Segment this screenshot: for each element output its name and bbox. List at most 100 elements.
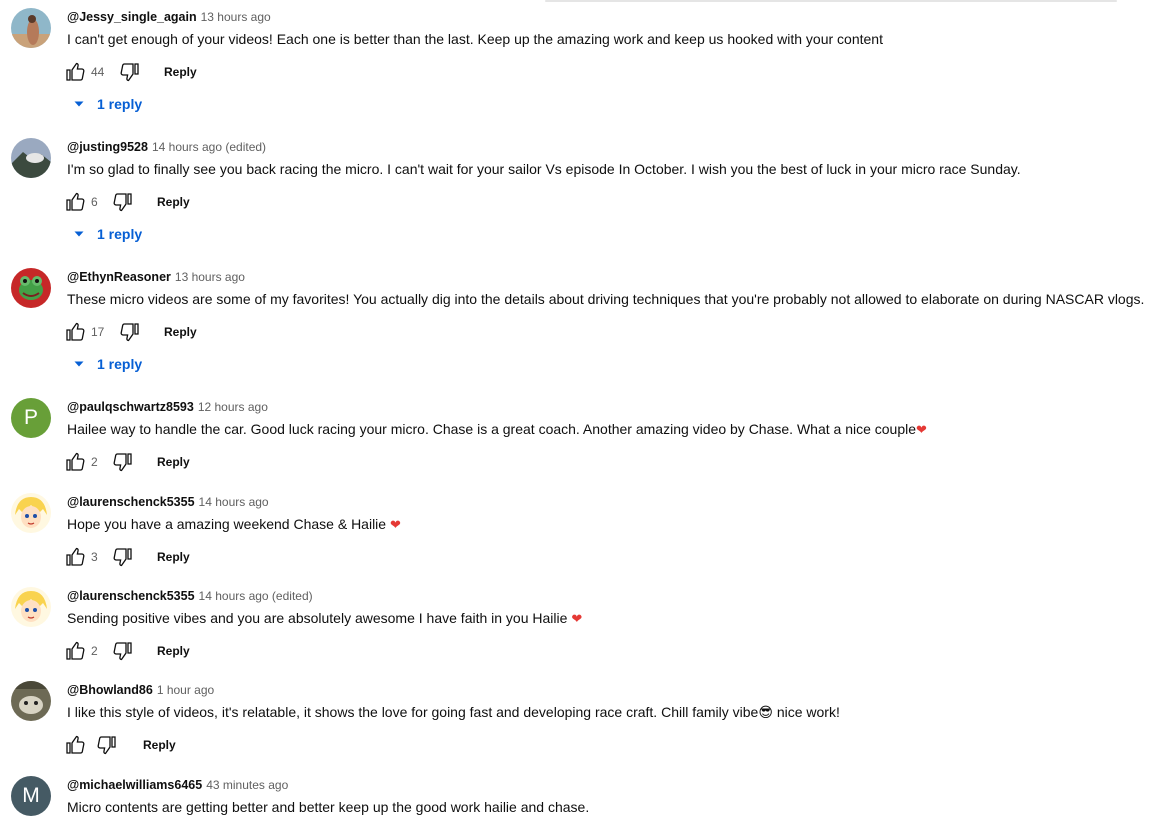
dislike-button[interactable] xyxy=(111,190,135,214)
like-button[interactable] xyxy=(63,450,87,474)
avatar[interactable] xyxy=(11,493,51,533)
like-count: 44 xyxy=(91,65,105,79)
photo-figure-icon xyxy=(11,8,51,48)
comment-text: I can't get enough of your videos! Each … xyxy=(67,29,883,49)
comment-header: @Bhowland86 1 hour ago xyxy=(67,681,214,699)
like-button[interactable] xyxy=(63,190,87,214)
thumbs-up-icon xyxy=(66,735,85,754)
comment-body: Hailee way to handle the car. Good luck … xyxy=(67,421,917,437)
reply-button[interactable]: Reply xyxy=(157,194,190,210)
timestamp[interactable]: 14 hours ago xyxy=(199,495,269,509)
comment-body: I'm so glad to finally see you back raci… xyxy=(67,161,1021,177)
comment-body: These micro videos are some of my favori… xyxy=(67,291,1145,307)
avatar-letter: P xyxy=(11,398,51,438)
thumbs-up-icon xyxy=(66,547,85,566)
frog-character-icon xyxy=(11,268,51,308)
heart-emoji: ❤ xyxy=(389,517,401,532)
caret-down-icon xyxy=(74,231,84,237)
comment-text: I'm so glad to finally see you back raci… xyxy=(67,159,1021,179)
like-button[interactable] xyxy=(63,639,87,663)
comment-header: @michaelwilliams6465 43 minutes ago xyxy=(67,776,288,794)
avatar[interactable] xyxy=(11,681,51,721)
comment-body: Sending positive vibes and you are absol… xyxy=(67,610,572,626)
comment-text: Hailee way to handle the car. Good luck … xyxy=(67,419,927,440)
caret-down-icon xyxy=(74,101,84,107)
like-count: 2 xyxy=(91,455,98,469)
avatar-letter: M xyxy=(11,776,51,816)
like-count: 3 xyxy=(91,550,98,564)
comment-header: @laurenschenck5355 14 hours ago xyxy=(67,493,269,511)
comment-text: Hope you have a amazing weekend Chase & … xyxy=(67,514,401,535)
avatar[interactable]: P xyxy=(11,398,51,438)
thumbs-down-icon xyxy=(120,63,139,82)
replies-toggle[interactable]: 1 reply xyxy=(72,354,142,374)
author-name[interactable]: @paulqschwartz8593 xyxy=(67,400,194,414)
comment-body: Micro contents are getting better and be… xyxy=(67,799,590,815)
timestamp[interactable]: 43 minutes ago xyxy=(206,778,288,792)
thumbs-up-icon xyxy=(66,62,85,81)
reply-button[interactable]: Reply xyxy=(157,643,190,659)
thumbs-down-icon xyxy=(113,642,132,661)
replies-count: 1 reply xyxy=(97,356,143,372)
timestamp[interactable]: 13 hours ago xyxy=(201,10,271,24)
thumbs-down-icon xyxy=(97,736,116,755)
avatar[interactable]: M xyxy=(11,776,51,816)
replies-count: 1 reply xyxy=(97,226,143,242)
comment-text: Sending positive vibes and you are absol… xyxy=(67,608,582,629)
heart-emoji: ❤ xyxy=(571,611,583,626)
like-button[interactable] xyxy=(63,733,87,757)
photo-landscape-icon xyxy=(11,138,51,178)
like-button[interactable] xyxy=(63,60,87,84)
timestamp[interactable]: 12 hours ago xyxy=(198,400,268,414)
comment-body: I can't get enough of your videos! Each … xyxy=(67,31,883,47)
author-name[interactable]: @Bhowland86 xyxy=(67,683,153,697)
reply-button[interactable]: Reply xyxy=(143,737,176,753)
avatar[interactable] xyxy=(11,138,51,178)
comment-text: I like this style of videos, it's relata… xyxy=(67,702,840,722)
avatar[interactable] xyxy=(11,8,51,48)
thumbs-up-icon xyxy=(66,641,85,660)
author-name[interactable]: @michaelwilliams6465 xyxy=(67,778,202,792)
author-name[interactable]: @justing9528 xyxy=(67,140,148,154)
comment-text: These micro videos are some of my favori… xyxy=(67,289,1144,309)
thumbs-down-icon xyxy=(113,548,132,567)
comment-body: Hope you have a amazing weekend Chase & … xyxy=(67,516,390,532)
thumbs-up-icon xyxy=(66,452,85,471)
reply-button[interactable]: Reply xyxy=(164,64,197,80)
replies-toggle[interactable]: 1 reply xyxy=(72,94,142,114)
author-name[interactable]: @laurenschenck5355 xyxy=(67,589,195,603)
like-count: 2 xyxy=(91,644,98,658)
timestamp[interactable]: 14 hours ago (edited) xyxy=(199,589,313,603)
comment-text: Micro contents are getting better and be… xyxy=(67,797,589,817)
comment-header: @paulqschwartz8593 12 hours ago xyxy=(67,398,268,416)
dislike-button[interactable] xyxy=(118,320,142,344)
avatar[interactable] xyxy=(11,268,51,308)
dislike-button[interactable] xyxy=(95,733,119,757)
replies-toggle[interactable]: 1 reply xyxy=(72,224,142,244)
dislike-button[interactable] xyxy=(111,545,135,569)
avatar[interactable] xyxy=(11,587,51,627)
thumbs-down-icon xyxy=(120,323,139,342)
caret-down-icon xyxy=(74,361,84,367)
reply-button[interactable]: Reply xyxy=(157,549,190,565)
photo-animal-icon xyxy=(11,681,51,721)
thumbs-up-icon xyxy=(66,322,85,341)
comment-body-tail: nice work! xyxy=(772,704,840,720)
author-name[interactable]: @Jessy_single_again xyxy=(67,10,197,24)
replies-count: 1 reply xyxy=(97,96,143,112)
timestamp[interactable]: 13 hours ago xyxy=(175,270,245,284)
reply-button[interactable]: Reply xyxy=(164,324,197,340)
timestamp[interactable]: 14 hours ago (edited) xyxy=(152,140,266,154)
dislike-button[interactable] xyxy=(111,639,135,663)
reply-button[interactable]: Reply xyxy=(157,454,190,470)
timestamp[interactable]: 1 hour ago xyxy=(157,683,214,697)
comment-body: I like this style of videos, it's relata… xyxy=(67,704,759,720)
like-button[interactable] xyxy=(63,320,87,344)
thumbs-down-icon xyxy=(113,453,132,472)
like-button[interactable] xyxy=(63,545,87,569)
comment-header: @laurenschenck5355 14 hours ago (edited) xyxy=(67,587,313,605)
author-name[interactable]: @EthynReasoner xyxy=(67,270,171,284)
dislike-button[interactable] xyxy=(118,60,142,84)
dislike-button[interactable] xyxy=(111,450,135,474)
author-name[interactable]: @laurenschenck5355 xyxy=(67,495,195,509)
